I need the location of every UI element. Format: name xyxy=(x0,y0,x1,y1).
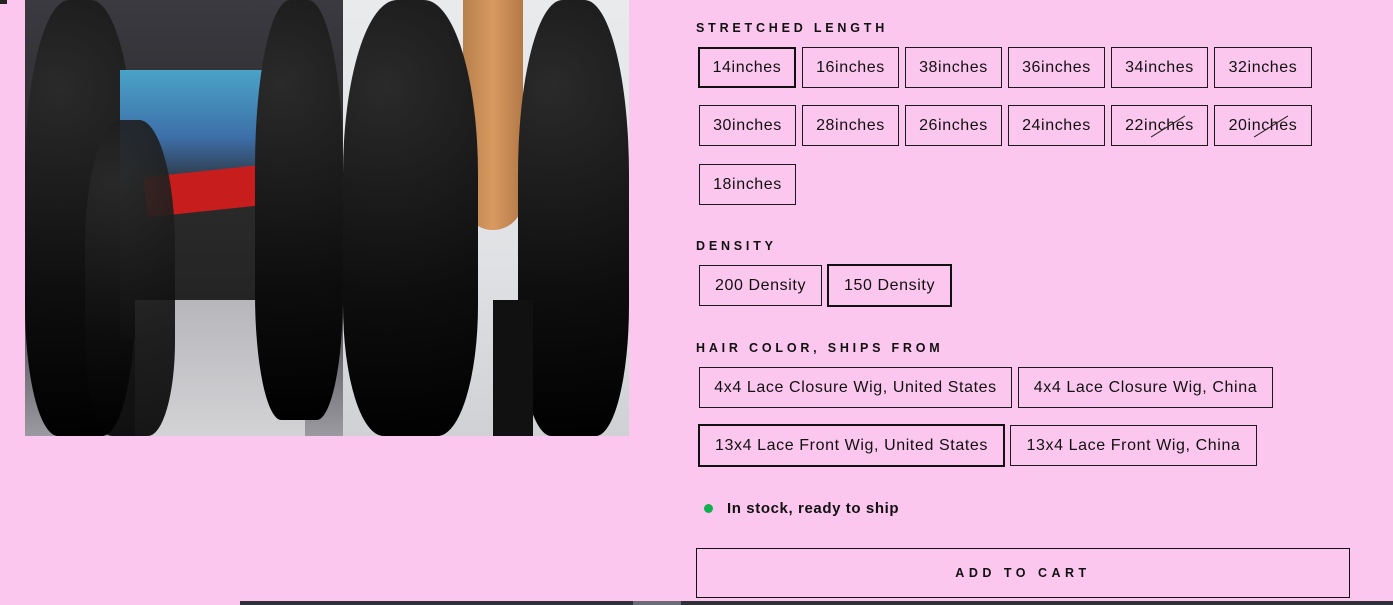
length-option-label: 18inches xyxy=(713,175,782,193)
length-option-32[interactable]: 32inches xyxy=(1214,47,1312,88)
length-option-14[interactable]: 14inches xyxy=(698,47,796,88)
length-option-label: 32inches xyxy=(1228,58,1298,76)
length-option-label: 26inches xyxy=(919,116,988,134)
density-option-label: 150 Density xyxy=(843,276,936,294)
stretched-length-label: STRETCHED LENGTH xyxy=(696,21,889,35)
length-option-30[interactable]: 30inches xyxy=(699,105,796,146)
hair-color-option-13x4-us[interactable]: 13x4 Lace Front Wig, United States xyxy=(698,424,1005,467)
hair-color-option-4x4-us[interactable]: 4x4 Lace Closure Wig, United States xyxy=(699,367,1012,408)
scrollbar-thumb[interactable] xyxy=(633,601,681,605)
length-option-label: 16inches xyxy=(816,58,885,76)
hair-color-option-label: 13x4 Lace Front Wig, China xyxy=(1026,436,1241,454)
hair-color-label: HAIR COLOR, SHIPS FROM xyxy=(696,341,944,355)
hair-color-option-13x4-china[interactable]: 13x4 Lace Front Wig, China xyxy=(1010,425,1257,466)
length-option-38[interactable]: 38inches xyxy=(905,47,1002,88)
length-option-16[interactable]: 16inches xyxy=(802,47,899,88)
hair-color-option-4x4-china[interactable]: 4x4 Lace Closure Wig, China xyxy=(1018,367,1273,408)
hair-color-option-label: 4x4 Lace Closure Wig, United States xyxy=(714,378,997,396)
in-stock-dot-icon xyxy=(704,504,713,513)
density-option-label: 200 Density xyxy=(714,276,807,294)
length-option-label: 14inches xyxy=(712,58,782,76)
length-option-34[interactable]: 34inches xyxy=(1111,47,1208,88)
length-option-label: 28inches xyxy=(816,116,885,134)
hair-mannequin-right-decoration xyxy=(518,0,629,436)
product-photo-mannequin[interactable] xyxy=(343,0,629,436)
length-option-26[interactable]: 26inches xyxy=(905,105,1002,146)
length-option-label: 24inches xyxy=(1022,116,1091,134)
hair-front-decoration xyxy=(85,120,175,436)
add-to-cart-button[interactable]: ADD TO CART xyxy=(696,548,1350,598)
density-option-200[interactable]: 200 Density xyxy=(699,265,822,306)
length-option-36[interactable]: 36inches xyxy=(1008,47,1105,88)
density-option-150[interactable]: 150 Density xyxy=(827,264,952,307)
horizontal-scrollbar[interactable] xyxy=(240,601,1393,605)
length-option-24[interactable]: 24inches xyxy=(1008,105,1105,146)
product-photo-model[interactable] xyxy=(25,0,343,436)
hair-right-decoration xyxy=(255,0,343,420)
corner-mark xyxy=(0,0,7,4)
stand-decoration xyxy=(493,300,533,436)
length-option-label: 34inches xyxy=(1125,58,1194,76)
length-option-20-soldout[interactable]: 20inches xyxy=(1214,105,1312,146)
hair-color-option-label: 4x4 Lace Closure Wig, China xyxy=(1033,378,1258,396)
hair-color-option-label: 13x4 Lace Front Wig, United States xyxy=(715,436,988,454)
length-option-label: 36inches xyxy=(1022,58,1091,76)
density-label: DENSITY xyxy=(696,239,777,253)
product-page: STRETCHED LENGTH 14inches 16inches 38inc… xyxy=(0,0,1393,605)
hair-mannequin-left-decoration xyxy=(343,0,478,436)
stock-status-text: In stock, ready to ship xyxy=(727,500,900,517)
length-option-label: 30inches xyxy=(713,116,782,134)
length-option-22-soldout[interactable]: 22inches xyxy=(1111,105,1208,146)
product-image-gallery[interactable] xyxy=(25,0,629,436)
length-option-label: 38inches xyxy=(919,58,988,76)
length-option-18[interactable]: 18inches xyxy=(699,164,796,205)
length-option-28[interactable]: 28inches xyxy=(802,105,899,146)
stock-status: In stock, ready to ship xyxy=(704,500,899,517)
